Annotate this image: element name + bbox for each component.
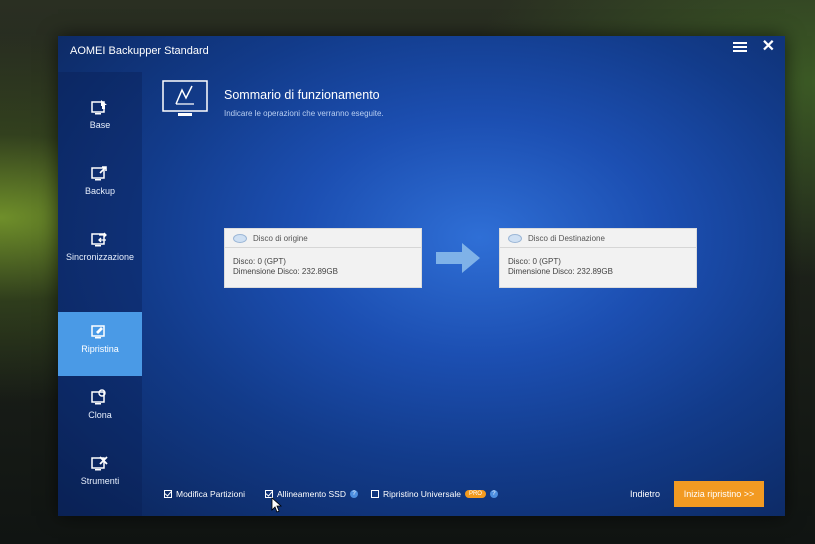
sidebar-item-clone[interactable]: Clona: [58, 378, 142, 442]
source-disk-header: Disco di origine: [225, 229, 421, 248]
page-subtitle: Indicare le operazioni che verranno eseg…: [224, 109, 384, 118]
disk-icon: [508, 233, 522, 243]
sidebar-item-label: Sincronizzazione: [65, 252, 135, 262]
edit-partitions-option[interactable]: Modifica Partizioni: [164, 489, 245, 499]
right-arrow-icon: [436, 243, 480, 273]
edit-partitions-label: Modifica Partizioni: [176, 489, 245, 499]
source-disk-size: Dimensione Disco: 232.89GB: [233, 267, 338, 276]
universal-restore-label: Ripristino Universale: [383, 489, 461, 499]
destination-disk-heading: Disco di Destinazione: [528, 233, 605, 243]
backup-icon: [91, 166, 107, 181]
tools-icon: [91, 456, 108, 471]
bottom-bar: Modifica Partizioni Allineamento SSD ? R…: [58, 476, 785, 516]
universal-restore-checkbox[interactable]: [371, 490, 379, 498]
menu-icon[interactable]: [733, 40, 747, 54]
page-title: Sommario di funzionamento: [224, 88, 380, 102]
disk-icon: [233, 233, 247, 243]
app-window: AOMEI Backupper Standard ✕ Base Backup S…: [58, 36, 785, 516]
sidebar-item-sync[interactable]: Sincronizzazione: [58, 220, 142, 284]
clone-icon: [91, 389, 106, 405]
sidebar-item-backup[interactable]: Backup: [58, 154, 142, 218]
title-bar: AOMEI Backupper Standard ✕: [58, 36, 785, 80]
pro-badge: PRO: [464, 490, 486, 498]
help-icon[interactable]: ?: [349, 490, 358, 498]
sidebar-item-base[interactable]: Base: [58, 88, 142, 152]
sidebar-item-label: Backup: [84, 186, 116, 196]
universal-restore-option[interactable]: Ripristino Universale PRO ?: [371, 489, 498, 499]
destination-disk-header: Disco di Destinazione: [500, 229, 696, 248]
summary-monitor-icon: [162, 80, 208, 116]
app-title: AOMEI Backupper Standard: [70, 45, 209, 57]
source-disk-card: Disco di origine Disco: 0 (GPT) Dimensio…: [224, 228, 422, 288]
start-restore-button[interactable]: Inizia ripristino >>: [674, 481, 764, 507]
destination-disk-size: Dimensione Disco: 232.89GB: [508, 267, 613, 276]
sidebar-item-label: Clona: [88, 410, 112, 420]
help-icon[interactable]: ?: [489, 490, 498, 498]
close-icon[interactable]: ✕: [762, 36, 775, 56]
destination-disk-card: Disco di Destinazione Disco: 0 (GPT) Dim…: [499, 228, 697, 288]
back-button[interactable]: Indietro: [630, 489, 660, 499]
source-disk-heading: Disco di origine: [253, 233, 308, 243]
sidebar-item-restore[interactable]: Ripristina: [58, 312, 142, 376]
sidebar: Base Backup Sincronizzazione Ripristina …: [58, 72, 142, 516]
restore-icon: [91, 325, 105, 339]
edit-partitions-checkbox[interactable]: [164, 490, 172, 498]
sync-icon: [91, 232, 107, 247]
ssd-alignment-label: Allineamento SSD: [277, 489, 346, 499]
mouse-cursor-icon: [271, 497, 283, 513]
destination-disk-number: Disco: 0 (GPT): [508, 257, 561, 266]
sidebar-item-label: Base: [89, 120, 111, 130]
source-disk-number: Disco: 0 (GPT): [233, 257, 286, 266]
sidebar-item-label: Ripristina: [81, 344, 119, 354]
home-icon: [91, 100, 107, 115]
